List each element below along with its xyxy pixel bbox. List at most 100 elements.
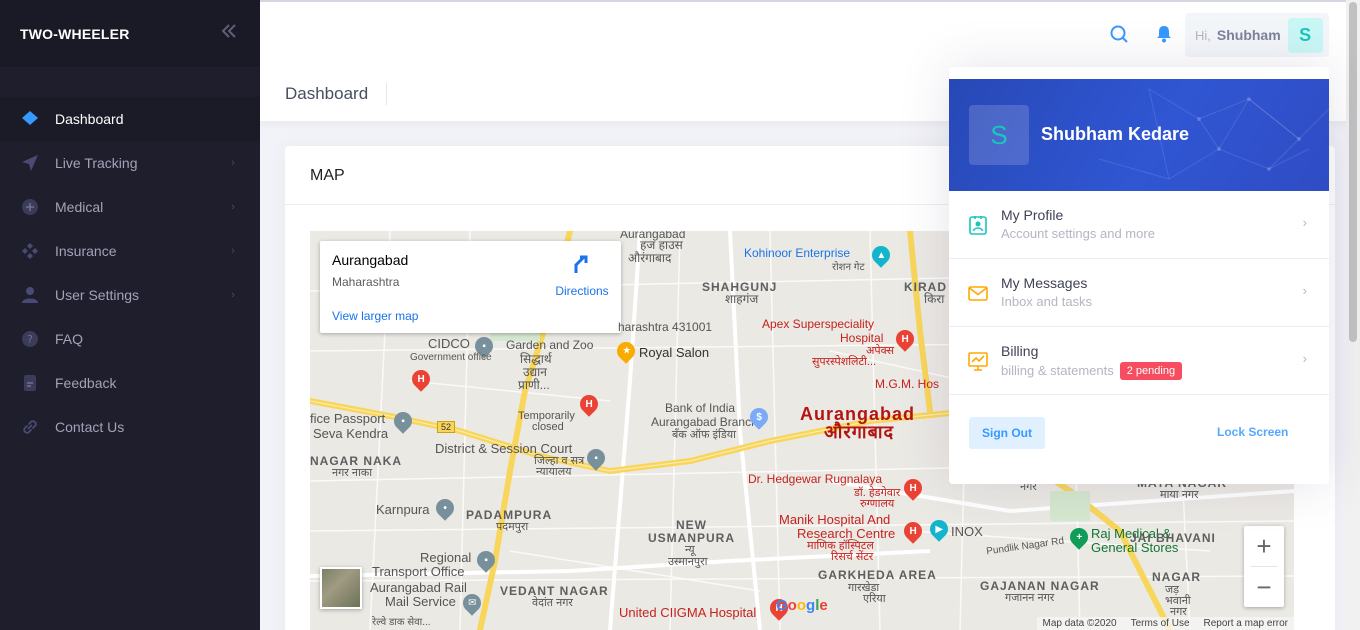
collapse-sidebar-icon[interactable] [220,23,238,44]
map-label: CIDCO [428,336,470,351]
place-region: Maharashtra [332,275,400,289]
sidebar-item-dashboard[interactable]: Dashboard [0,97,260,141]
profile-icon [967,214,989,236]
map-label: District & Session Court [435,441,573,456]
chart-icon [967,350,989,372]
map-label: न्यायालय [536,466,572,478]
chevron-right-icon: › [231,157,235,169]
pending-badge: 2 pending [1119,362,1183,380]
item-subtitle: Account settings and more [1001,226,1155,241]
chevron-right-icon: › [231,201,235,213]
map-label: fice Passport [310,411,386,426]
map-label: Aurangabad Branch [651,415,758,429]
city-label: Aurangabad [800,404,916,424]
brand-logo[interactable]: TWO-WHEELER [20,26,130,42]
billing-item[interactable]: Billing billing & statements 2 pending › [949,327,1329,395]
terms-link[interactable]: Terms of Use [1131,618,1190,629]
map-label: JAI BHAVANI [1130,531,1216,545]
topbar: Hi, Shubham S [260,0,1360,67]
sidebar-item-label: Insurance [55,243,117,259]
layers-icon [20,109,40,129]
map-label: वेदांत नगर [532,597,573,609]
chevron-right-icon: › [1302,351,1307,366]
question-icon: ? [20,329,40,349]
dropdown-user-name: Shubham Kedare [1041,124,1190,144]
highway-shield: 52 [437,421,456,433]
sign-out-button[interactable]: Sign Out [969,417,1045,449]
sidebar-item-contact-us[interactable]: Contact Us [0,405,260,449]
map-label: M.G.M. Hos [875,377,940,391]
zoom-out-button[interactable]: − [1244,567,1284,607]
map-label: रुग्णालय [860,498,895,510]
user-menu-toggle[interactable]: Hi, Shubham S [1185,13,1329,57]
sidebar-item-label: Contact Us [55,419,125,435]
brand-bar: TWO-WHEELER [0,0,260,67]
divider [386,83,387,105]
map-label: रिसर्च सेंटर [831,551,874,563]
satellite-toggle[interactable] [320,567,362,609]
dropdown-avatar: S [969,105,1029,165]
my-profile-item[interactable]: My Profile Account settings and more › [949,191,1329,259]
sidebar-item-feedback[interactable]: Feedback [0,361,260,405]
my-messages-item[interactable]: My Messages Inbox and tasks › [949,259,1329,327]
map-label: सुपरस्पेशलिटी... [812,356,877,368]
map-label: United CIIGMA Hospital [619,605,757,620]
user-icon [20,285,40,305]
zoom-in-button[interactable]: + [1244,526,1284,566]
sidebar-item-label: Dashboard [55,111,124,127]
map-label: Government office [410,352,492,363]
map-label: Hospital [840,331,884,345]
chevron-right-icon: › [1302,215,1307,230]
map-attribution: Map data ©2020 Terms of Use Report a map… [1036,617,1294,630]
scrollbar-thumb[interactable] [1349,2,1357,342]
greeting: Hi, [1195,27,1211,43]
map-label: Karnpura [376,502,430,517]
item-title: My Messages [1001,275,1088,291]
sidebar-item-faq[interactable]: ? FAQ [0,317,260,361]
map-label: Aurangabad Rail [370,580,467,595]
chevron-right-icon: › [231,289,235,301]
sidebar-item-user-settings[interactable]: User Settings › [0,273,260,317]
map-label: harashtra 431001 [618,320,713,334]
map-label: Research Centre [797,526,896,541]
city-label: औरंगाबाद [824,422,895,442]
map-label: Garden and Zoo [506,338,594,352]
map-label: रोशन गेट [832,262,865,273]
svg-text:?: ? [27,333,33,346]
search-icon[interactable] [1109,24,1131,46]
map-label: बँक ऑफ इंडिया [672,429,736,441]
sidebar-item-label: Live Tracking [55,155,138,171]
sidebar-item-label: User Settings [55,287,140,303]
map-label: Bank of India [665,401,736,415]
map-label: शाहगंज [725,292,759,306]
map-label: Apex Superspeciality [762,317,875,331]
map-label: औरंगाबाद [628,251,672,265]
page-scrollbar[interactable] [1346,0,1360,630]
item-title: My Profile [1001,207,1064,223]
directions-button[interactable]: Directions [548,253,616,298]
map-label: Royal Salon [639,345,710,360]
map-label: Transport Office [372,564,465,579]
sidebar-item-label: Medical [55,199,104,215]
map-label: पदमपुरा [496,521,529,533]
report-error-link[interactable]: Report a map error [1204,618,1288,629]
place-name: Aurangabad [332,252,409,268]
map-label: GARKHEDA AREA [818,568,937,582]
directions-label: Directions [555,284,609,298]
sidebar-item-insurance[interactable]: Insurance › [0,229,260,273]
user-dropdown: S Shubham Kedare My Profile Account sett… [949,67,1329,484]
bell-icon[interactable] [1154,24,1176,46]
avatar: S [1287,17,1323,53]
map-label: INOX [951,524,983,539]
google-logo: Google [776,597,828,614]
sidebar-item-medical[interactable]: Medical › [0,185,260,229]
view-larger-map-link[interactable]: View larger map [332,309,418,323]
map-label: Seva Kendra [313,426,389,441]
map-label: Dr. Hedgewar Rugnalaya [748,472,883,486]
map-label: closed [532,421,564,433]
directions-icon [570,255,594,279]
item-title: Billing [1001,343,1039,359]
sidebar-item-live-tracking[interactable]: Live Tracking › [0,141,260,185]
billing-subtitle-text: billing & statements [1001,363,1114,378]
lock-screen-link[interactable]: Lock Screen [1217,425,1288,439]
